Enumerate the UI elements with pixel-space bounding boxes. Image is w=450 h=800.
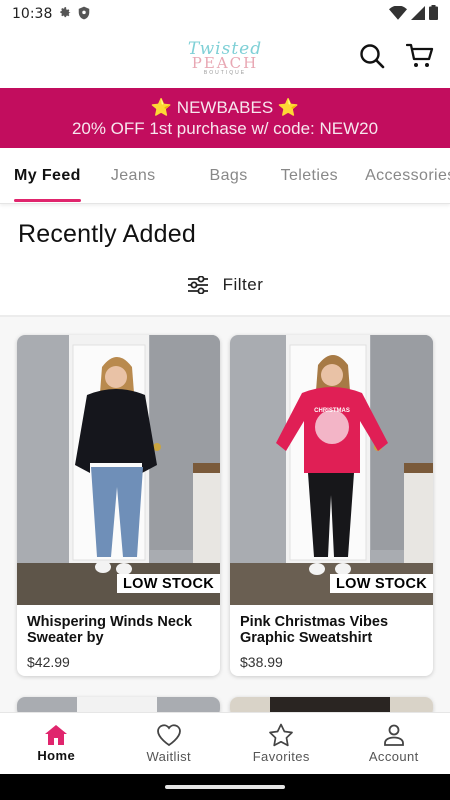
- battery-icon: [429, 5, 438, 23]
- nav-account[interactable]: Account: [338, 713, 450, 774]
- product-photo: CHRISTMAS LOW STOCK: [230, 335, 433, 605]
- promo-banner[interactable]: ⭐ NEWBABES ⭐ 20% OFF 1st purchase w/ cod…: [0, 88, 450, 148]
- nav-waitlist[interactable]: Waitlist: [113, 713, 226, 774]
- section-title: Recently Added: [18, 220, 196, 248]
- nav-favorites-label: Favorites: [252, 749, 310, 764]
- wifi-icon: [389, 5, 407, 23]
- product-photo: LOW STOCK: [17, 335, 220, 605]
- cart-button[interactable]: [406, 42, 434, 70]
- product-card[interactable]: CHRISTMAS LOW STOCK Pink Christmas Vibes…: [230, 335, 433, 676]
- tab-jeans[interactable]: Jeans: [111, 148, 156, 203]
- heart-icon: [156, 724, 181, 747]
- brand-logo-line3: BOUTIQUE: [203, 69, 247, 76]
- low-stock-badge: LOW STOCK: [116, 574, 220, 593]
- cart-icon: [406, 43, 434, 67]
- person-icon: [383, 724, 404, 746]
- app-header: Twisted PEACH BOUTIQUE: [0, 28, 450, 88]
- home-gesture-handle[interactable]: [165, 785, 285, 789]
- nav-home-label: Home: [37, 748, 76, 763]
- shield-icon: [78, 6, 90, 23]
- brand-logo[interactable]: Twisted PEACH BOUTIQUE: [188, 40, 262, 76]
- status-time: 10:38: [12, 6, 53, 22]
- tab-accessories[interactable]: Accessories: [365, 148, 450, 203]
- svg-text:CHRISTMAS: CHRISTMAS: [314, 408, 350, 414]
- status-bar: 10:38: [0, 0, 450, 28]
- promo-code-title: ⭐ NEWBABES ⭐: [150, 98, 300, 117]
- category-tabs: My Feed Jeans Bags Teleties Accessories: [0, 148, 450, 204]
- low-stock-badge: LOW STOCK: [329, 574, 433, 593]
- search-button[interactable]: [358, 42, 386, 70]
- settings-gear-icon: [58, 6, 72, 23]
- bottom-navigation: Home Waitlist Favorites Account: [0, 712, 450, 774]
- brand-logo-line2: PEACH: [191, 53, 259, 72]
- product-card[interactable]: LOW STOCK Whispering Winds Neck Sweater …: [17, 335, 220, 676]
- tab-bags[interactable]: Bags: [210, 148, 248, 203]
- promo-offer-text: 20% OFF 1st purchase w/ code: NEW20: [71, 119, 379, 138]
- nav-favorites[interactable]: Favorites: [225, 713, 338, 774]
- nav-account-label: Account: [368, 749, 419, 764]
- tab-teleties[interactable]: Teleties: [281, 148, 338, 203]
- filter-label: Filter: [222, 275, 264, 294]
- tab-my-feed[interactable]: My Feed: [14, 148, 81, 203]
- signal-icon: [411, 5, 425, 23]
- product-price: $38.99: [240, 654, 283, 670]
- nav-waitlist-label: Waitlist: [146, 749, 192, 764]
- filter-button[interactable]: Filter: [0, 270, 450, 300]
- home-icon: [45, 725, 68, 745]
- search-icon: [360, 44, 385, 69]
- product-name: Pink Christmas Vibes Graphic Sweatshirt: [240, 614, 389, 646]
- star-icon: [269, 723, 294, 747]
- filter-sliders-icon: [187, 276, 208, 294]
- nav-home[interactable]: Home: [0, 713, 113, 774]
- product-name: Whispering Winds Neck Sweater by: [27, 614, 193, 646]
- system-navigation-bar: [0, 774, 450, 800]
- product-price: $42.99: [27, 654, 70, 670]
